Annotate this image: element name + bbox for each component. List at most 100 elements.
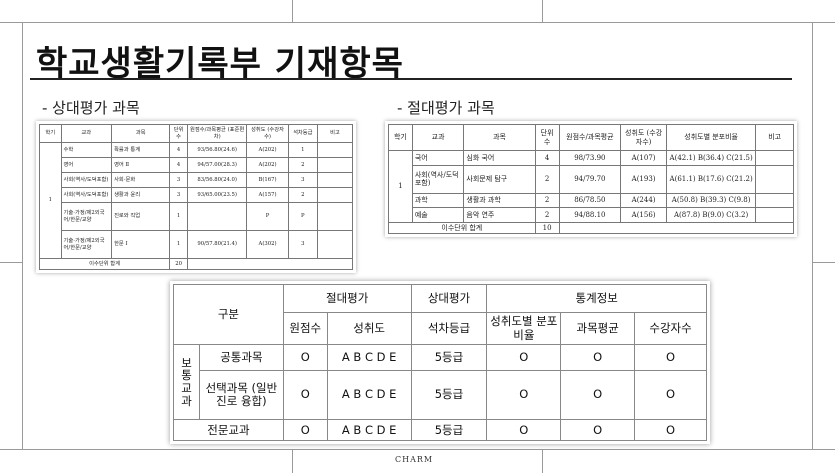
table-cell: 국어: [411, 150, 465, 166]
table-cell: A(42.1) B(36.4) C(21.5): [665, 150, 757, 166]
table-cell: 94/79.70: [558, 164, 622, 194]
row-label: 전문교과: [173, 419, 284, 441]
table-cell: 생활과 윤리: [111, 187, 171, 204]
col-header: 성취도별 분포비율: [665, 124, 757, 151]
table-cell: P: [287, 202, 318, 231]
col-header: 성취도 (수강자수): [246, 124, 289, 143]
table-cell: [316, 141, 354, 159]
table-row: 사회(역사/도덕포함) 생활과 윤리 3 93/65.00(23.5) A(15…: [40, 187, 354, 204]
table-cell: A(157): [246, 187, 289, 204]
table-cell: A(202): [246, 157, 289, 174]
table-cell: 한문 Ⅰ: [111, 230, 171, 259]
table-cell: A(244): [620, 192, 667, 209]
table-cell: 4: [169, 141, 188, 159]
total-units: 10: [534, 222, 560, 234]
col-header: 비고: [755, 124, 794, 151]
table-cell: 영어 Ⅱ: [111, 157, 171, 174]
col-header: 학기: [388, 124, 413, 151]
frame-right: [812, 22, 813, 449]
semester-cell: 1: [39, 142, 62, 259]
table-cell: 사회·문화: [111, 172, 171, 189]
col-header: 과목: [463, 124, 536, 151]
table-cell: A(202): [246, 141, 289, 159]
relative-eval-table: 학기 교과 과목 단위수 원점수/과목평균 (표준편차) 성취도 (수강자수) …: [36, 121, 356, 273]
table-cell: 예술: [411, 207, 465, 223]
students-header: 수강자수: [634, 312, 707, 345]
table-cell: [755, 164, 794, 194]
table-cell: 영어: [60, 157, 113, 174]
table-cell: 5등급: [410, 369, 488, 421]
table-cell: 1: [287, 141, 318, 159]
table-cell: A(61.1) B(17.6) C(21.2): [665, 164, 757, 194]
table-cell: 3: [287, 230, 318, 259]
table-cell: 심화 국어: [463, 150, 536, 166]
row-label: 공통과목: [198, 344, 284, 371]
table-cell: 3: [169, 187, 188, 204]
total-units: 20: [169, 258, 188, 270]
table-cell: [316, 230, 354, 259]
col-header: 교과: [60, 124, 113, 143]
table-cell: 1: [169, 202, 188, 231]
table-cell: 과학: [411, 192, 465, 209]
rank-header: 석차등급: [410, 312, 488, 345]
col-header: 학기: [39, 124, 62, 143]
table-cell: 93/56.80(24.6): [186, 141, 248, 159]
absolute-eval-table: 학기 교과 과목 단위수 원점수/과목평균 성취도 (수강자수) 성취도별 분포…: [385, 121, 797, 237]
table-cell: 진로와 직업: [111, 202, 171, 231]
col-header: 단위수: [534, 124, 560, 151]
table-row: 1 수학 확률과 통계 4 93/56.80(24.6) A(202) 1: [39, 141, 354, 259]
achievement-header: 성취도: [326, 312, 412, 345]
table-cell: [316, 202, 354, 231]
table-cell: 수학: [60, 141, 113, 159]
table-cell: O: [282, 369, 328, 421]
table-cell: [316, 172, 354, 189]
table-cell: O: [282, 419, 328, 441]
table-cell: 3: [287, 172, 318, 189]
table-cell: 4: [169, 157, 188, 174]
table-cell: A B C D E: [326, 369, 412, 421]
col-header: 성취도 (수강자수): [620, 124, 667, 151]
table-cell: 사회(역사/도덕포함): [60, 187, 113, 204]
table-cell: 94/57.00(28.3): [186, 157, 248, 174]
table-row: 사회(역사/도덕포함) 사회문제 탐구 2 94/79.70 A(193) A(…: [389, 164, 794, 194]
table-cell: A B C D E: [326, 344, 412, 371]
table-cell: A(302): [246, 230, 289, 259]
table-cell: 1: [169, 230, 188, 259]
stats-header: 통계정보: [486, 284, 707, 313]
table-cell: [755, 150, 794, 166]
total-row: 이수단위 합계 10: [388, 222, 795, 234]
table-cell: [186, 202, 248, 231]
distribution-header: 성취도별 분포비율: [486, 312, 562, 345]
table-row: 과학 생활과 과학 2 86/78.50 A(244) A(50.8) B(39…: [389, 192, 794, 209]
frame-bottom: [0, 449, 835, 450]
total-label: 이수단위 합계: [38, 258, 171, 270]
table-cell: 2: [534, 207, 560, 223]
table-cell: 3: [169, 172, 188, 189]
table-cell: O: [634, 344, 707, 371]
table-cell: 98/73.90: [558, 150, 622, 166]
frame-tick: [292, 0, 293, 22]
table-cell: O: [634, 369, 707, 421]
table-cell: 2: [534, 192, 560, 209]
col-header: 석차등급: [287, 124, 318, 143]
table-cell: A(50.8) B(39.3) C(9.8): [665, 192, 757, 209]
table-cell: O: [282, 344, 328, 371]
table-cell: 2: [287, 187, 318, 204]
col-header: 원점수/과목평균 (표준편차): [186, 124, 248, 143]
table-cell: O: [486, 369, 562, 421]
raw-score-header: 원점수: [282, 312, 328, 345]
table-cell: O: [560, 419, 636, 441]
table-cell: B(167): [246, 172, 289, 189]
col-header: 비고: [316, 124, 354, 143]
table-row: 예술 음악 연주 2 94/88.10 A(156) A(87.8) B(9.0…: [389, 207, 794, 223]
summary-table: 구분 절대평가 상대평가 통계정보 원점수 성취도 석차등급 성취도별 분포비율…: [170, 281, 710, 444]
table-cell: 2: [287, 157, 318, 174]
table-cell: 기술·가정/제2외국어/한문/교양: [60, 230, 113, 259]
table-cell: A(87.8) B(9.0) C(3.2): [665, 207, 757, 223]
table-cell: 94/88.10: [558, 207, 622, 223]
frame-left: [22, 22, 23, 449]
table-cell: 사회(역사/도덕포함): [60, 172, 113, 189]
table-cell: O: [486, 344, 562, 371]
footer-brand: CHARM: [395, 455, 434, 464]
col-header: 과목: [111, 124, 171, 143]
